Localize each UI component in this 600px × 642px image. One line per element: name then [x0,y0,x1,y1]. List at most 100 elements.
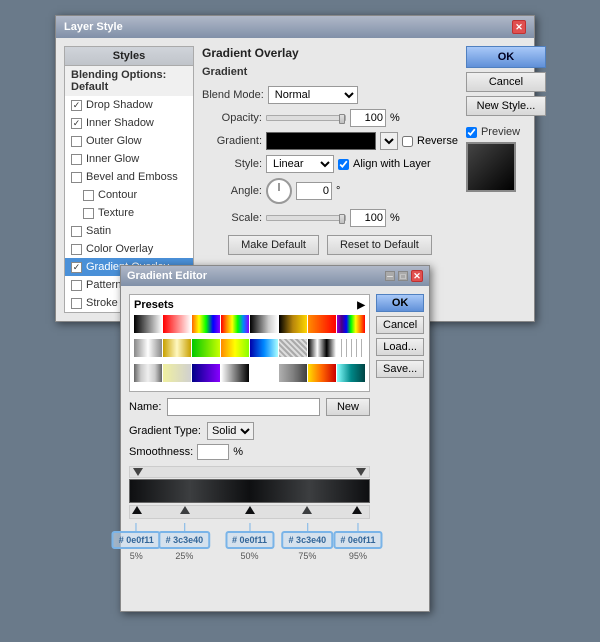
scale-input[interactable] [350,209,386,227]
sidebar-item-inner-glow[interactable]: Inner Glow [65,150,193,168]
minimize-icon[interactable]: ─ [385,271,395,281]
style-label: Style: [202,158,262,170]
preset-rainbow[interactable] [192,315,220,333]
sidebar-item-outer-glow[interactable]: Outer Glow [65,132,193,150]
angle-dial[interactable] [266,178,292,204]
gradient-editor-title: Gradient Editor [127,270,207,282]
opacity-thumb[interactable] [339,114,345,124]
checkbox-texture[interactable] [83,208,94,219]
make-default-button[interactable]: Make Default [228,235,319,255]
checkbox-color-overlay[interactable] [71,244,82,255]
gradient-name-input[interactable]: Custom [167,398,320,416]
opacity-row: Opacity: % [202,109,458,127]
preset-trans-black[interactable] [221,364,249,382]
checkbox-outer-glow[interactable] [71,136,82,147]
gradient-editor-save-button[interactable]: Save... [376,360,424,378]
preset-bw2[interactable] [308,339,336,357]
preset-dark-gray[interactable] [279,364,307,382]
preset-fire[interactable] [308,364,336,382]
main-gradient-bar[interactable] [129,479,370,503]
new-gradient-button[interactable]: New [326,398,370,416]
color-stop-5pct[interactable] [132,506,142,514]
align-layer-checkbox[interactable] [338,159,349,170]
preset-teal[interactable] [337,364,365,382]
opacity-input[interactable] [350,109,386,127]
preset-green[interactable] [192,339,220,357]
checkbox-gradient-overlay[interactable] [71,262,82,273]
preset-warm[interactable] [221,339,249,357]
checkbox-inner-glow[interactable] [71,154,82,165]
sidebar-item-satin[interactable]: Satin [65,222,193,240]
color-stop-95pct[interactable] [352,506,362,514]
angle-input[interactable] [296,182,332,200]
preset-silver[interactable] [134,339,162,357]
preset-orange-red[interactable] [308,315,336,333]
preset-lines[interactable] [337,339,365,357]
sidebar-item-contour[interactable]: Contour [65,186,193,204]
gradient-type-label: Gradient Type: [129,425,201,437]
preset-pastel[interactable] [163,364,191,382]
color-stop-75pct[interactable] [302,506,312,514]
close-icon[interactable]: ✕ [512,20,526,34]
gradient-editor-ok-button[interactable]: OK [376,294,424,312]
reverse-checkbox[interactable] [402,136,413,147]
opacity-stop-left[interactable] [133,468,143,476]
color-stop-25pct[interactable] [180,506,190,514]
sidebar-item-texture[interactable]: Texture [65,204,193,222]
style-select[interactable]: Linear [266,155,334,173]
align-label: Align with Layer [353,158,431,170]
sidebar-item-drop-shadow[interactable]: Drop Shadow [65,96,193,114]
checkbox-drop-shadow[interactable] [71,100,82,111]
checkbox-pattern-overlay[interactable] [71,280,82,291]
new-style-button[interactable]: New Style... [466,96,546,116]
sidebar-item-label: Stroke [86,297,118,309]
scale-thumb[interactable] [339,214,345,224]
preset-chrome[interactable] [134,364,162,382]
ok-button[interactable]: OK [466,46,546,68]
preset-red-trans[interactable] [163,315,191,333]
opacity-slider[interactable] [266,115,346,121]
gradient-editor-cancel-button[interactable]: Cancel [376,316,424,334]
color-stop-50pct[interactable] [245,506,255,514]
preset-gold2[interactable] [163,339,191,357]
gradient-editor-close-icon[interactable]: ✕ [411,270,423,282]
smoothness-input[interactable]: 100 [197,444,229,460]
checkbox-inner-shadow[interactable] [71,118,82,129]
maximize-icon[interactable]: □ [398,271,408,281]
preset-gold[interactable] [279,315,307,333]
preset-violet[interactable] [337,315,365,333]
presets-expand-icon[interactable]: ▶ [357,300,365,311]
gradient-editor-load-button[interactable]: Load... [376,338,424,356]
checkbox-bevel[interactable] [71,172,82,183]
presets-grid [134,315,365,387]
blend-mode-select[interactable]: Normal [268,86,358,104]
sidebar-item-inner-shadow[interactable]: Inner Shadow [65,114,193,132]
preset-bw[interactable] [134,315,162,333]
preset-indigo[interactable] [192,364,220,382]
angle-row: Angle: ° [202,178,458,204]
color-stops-bar [129,505,370,519]
action-buttons: Make Default Reset to Default [202,235,458,255]
scale-slider[interactable] [266,215,346,221]
cancel-button[interactable]: Cancel [466,72,546,92]
preset-blue[interactable] [250,339,278,357]
sidebar-item-bevel[interactable]: Bevel and Emboss [65,168,193,186]
gradient-dropdown[interactable] [380,132,398,150]
checkbox-stroke[interactable] [71,298,82,309]
gradient-type-select[interactable]: Solid [207,422,254,440]
sidebar-item-label: Inner Glow [86,153,139,165]
preview-checkbox[interactable] [466,127,477,138]
preset-spectrum[interactable] [221,315,249,333]
scale-label: Scale: [202,212,262,224]
sidebar-item-blending[interactable]: Blending Options: Default [65,66,193,96]
reset-default-button[interactable]: Reset to Default [327,235,432,255]
preset-gray[interactable] [250,315,278,333]
preset-stripe[interactable] [279,339,307,357]
gradient-picker[interactable] [266,132,376,150]
sidebar-item-color-overlay[interactable]: Color Overlay [65,240,193,258]
opacity-stop-right[interactable] [356,468,366,476]
checkbox-contour[interactable] [83,190,94,201]
preset-white-trans[interactable] [250,364,278,382]
annotation-line [249,523,250,531]
checkbox-satin[interactable] [71,226,82,237]
